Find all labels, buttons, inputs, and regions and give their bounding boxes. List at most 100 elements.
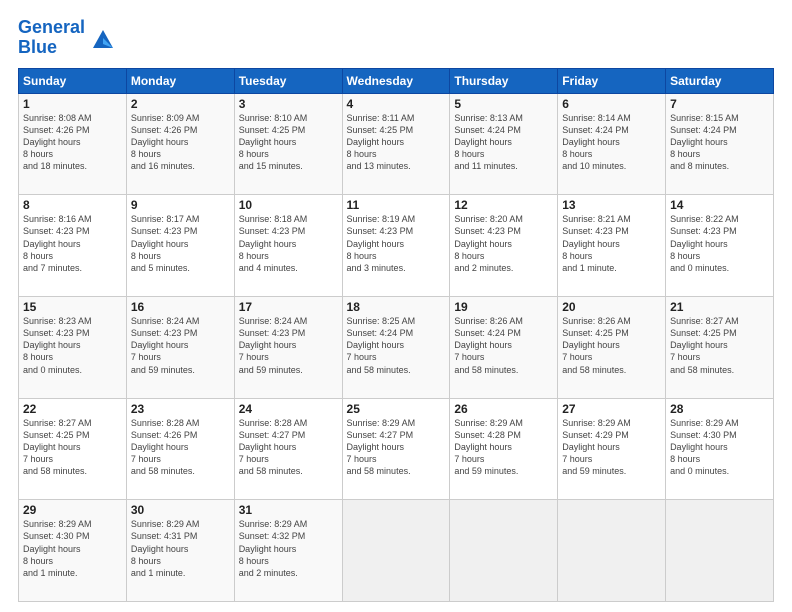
day-info: Sunrise: 8:25 AMSunset: 4:24 PMDaylight … <box>347 315 446 376</box>
day-number: 14 <box>670 198 769 212</box>
calendar-page: General Blue SundayMondayTuesdayWednesda… <box>0 0 792 612</box>
day-info: Sunrise: 8:21 AMSunset: 4:23 PMDaylight … <box>562 213 661 274</box>
day-number: 26 <box>454 402 553 416</box>
day-cell: 28 Sunrise: 8:29 AMSunset: 4:30 PMDaylig… <box>666 398 774 500</box>
day-info: Sunrise: 8:08 AMSunset: 4:26 PMDaylight … <box>23 112 122 173</box>
day-info: Sunrise: 8:27 AMSunset: 4:25 PMDaylight … <box>670 315 769 376</box>
day-cell: 10 Sunrise: 8:18 AMSunset: 4:23 PMDaylig… <box>234 195 342 297</box>
dow-header-monday: Monday <box>126 68 234 93</box>
day-cell: 30 Sunrise: 8:29 AMSunset: 4:31 PMDaylig… <box>126 500 234 602</box>
week-row-4: 22 Sunrise: 8:27 AMSunset: 4:25 PMDaylig… <box>19 398 774 500</box>
day-cell <box>558 500 666 602</box>
day-cell: 2 Sunrise: 8:09 AMSunset: 4:26 PMDayligh… <box>126 93 234 195</box>
week-row-2: 8 Sunrise: 8:16 AMSunset: 4:23 PMDayligh… <box>19 195 774 297</box>
day-number: 27 <box>562 402 661 416</box>
day-cell: 6 Sunrise: 8:14 AMSunset: 4:24 PMDayligh… <box>558 93 666 195</box>
day-number: 8 <box>23 198 122 212</box>
day-cell: 1 Sunrise: 8:08 AMSunset: 4:26 PMDayligh… <box>19 93 127 195</box>
day-number: 29 <box>23 503 122 517</box>
day-number: 9 <box>131 198 230 212</box>
day-number: 4 <box>347 97 446 111</box>
day-cell: 14 Sunrise: 8:22 AMSunset: 4:23 PMDaylig… <box>666 195 774 297</box>
day-number: 6 <box>562 97 661 111</box>
dow-header-tuesday: Tuesday <box>234 68 342 93</box>
day-number: 22 <box>23 402 122 416</box>
day-info: Sunrise: 8:14 AMSunset: 4:24 PMDaylight … <box>562 112 661 173</box>
day-cell: 26 Sunrise: 8:29 AMSunset: 4:28 PMDaylig… <box>450 398 558 500</box>
day-cell: 21 Sunrise: 8:27 AMSunset: 4:25 PMDaylig… <box>666 296 774 398</box>
day-number: 23 <box>131 402 230 416</box>
day-number: 20 <box>562 300 661 314</box>
calendar-table: SundayMondayTuesdayWednesdayThursdayFrid… <box>18 68 774 602</box>
day-cell: 3 Sunrise: 8:10 AMSunset: 4:25 PMDayligh… <box>234 93 342 195</box>
day-cell: 15 Sunrise: 8:23 AMSunset: 4:23 PMDaylig… <box>19 296 127 398</box>
logo: General Blue <box>18 18 117 58</box>
dow-header-wednesday: Wednesday <box>342 68 450 93</box>
day-cell: 27 Sunrise: 8:29 AMSunset: 4:29 PMDaylig… <box>558 398 666 500</box>
header-row: SundayMondayTuesdayWednesdayThursdayFrid… <box>19 68 774 93</box>
day-info: Sunrise: 8:16 AMSunset: 4:23 PMDaylight … <box>23 213 122 274</box>
day-number: 7 <box>670 97 769 111</box>
dow-header-thursday: Thursday <box>450 68 558 93</box>
header: General Blue <box>18 18 774 58</box>
logo-icon <box>89 24 117 52</box>
day-number: 5 <box>454 97 553 111</box>
day-info: Sunrise: 8:18 AMSunset: 4:23 PMDaylight … <box>239 213 338 274</box>
day-number: 31 <box>239 503 338 517</box>
day-info: Sunrise: 8:23 AMSunset: 4:23 PMDaylight … <box>23 315 122 376</box>
day-cell <box>342 500 450 602</box>
day-info: Sunrise: 8:17 AMSunset: 4:23 PMDaylight … <box>131 213 230 274</box>
day-info: Sunrise: 8:13 AMSunset: 4:24 PMDaylight … <box>454 112 553 173</box>
day-number: 16 <box>131 300 230 314</box>
day-number: 24 <box>239 402 338 416</box>
day-info: Sunrise: 8:29 AMSunset: 4:30 PMDaylight … <box>670 417 769 478</box>
day-info: Sunrise: 8:28 AMSunset: 4:26 PMDaylight … <box>131 417 230 478</box>
day-info: Sunrise: 8:29 AMSunset: 4:31 PMDaylight … <box>131 518 230 579</box>
day-number: 17 <box>239 300 338 314</box>
logo-blue-text: Blue <box>18 37 57 57</box>
week-row-5: 29 Sunrise: 8:29 AMSunset: 4:30 PMDaylig… <box>19 500 774 602</box>
day-cell: 16 Sunrise: 8:24 AMSunset: 4:23 PMDaylig… <box>126 296 234 398</box>
day-cell: 8 Sunrise: 8:16 AMSunset: 4:23 PMDayligh… <box>19 195 127 297</box>
logo-blue: Blue <box>18 38 85 58</box>
day-number: 25 <box>347 402 446 416</box>
day-number: 10 <box>239 198 338 212</box>
day-cell: 29 Sunrise: 8:29 AMSunset: 4:30 PMDaylig… <box>19 500 127 602</box>
day-number: 3 <box>239 97 338 111</box>
day-cell: 13 Sunrise: 8:21 AMSunset: 4:23 PMDaylig… <box>558 195 666 297</box>
day-info: Sunrise: 8:11 AMSunset: 4:25 PMDaylight … <box>347 112 446 173</box>
logo-general: General <box>18 17 85 37</box>
day-info: Sunrise: 8:28 AMSunset: 4:27 PMDaylight … <box>239 417 338 478</box>
dow-header-friday: Friday <box>558 68 666 93</box>
day-cell: 18 Sunrise: 8:25 AMSunset: 4:24 PMDaylig… <box>342 296 450 398</box>
day-cell <box>666 500 774 602</box>
day-cell: 9 Sunrise: 8:17 AMSunset: 4:23 PMDayligh… <box>126 195 234 297</box>
day-number: 13 <box>562 198 661 212</box>
day-cell: 31 Sunrise: 8:29 AMSunset: 4:32 PMDaylig… <box>234 500 342 602</box>
day-cell: 24 Sunrise: 8:28 AMSunset: 4:27 PMDaylig… <box>234 398 342 500</box>
day-info: Sunrise: 8:29 AMSunset: 4:29 PMDaylight … <box>562 417 661 478</box>
day-info: Sunrise: 8:24 AMSunset: 4:23 PMDaylight … <box>239 315 338 376</box>
day-number: 15 <box>23 300 122 314</box>
day-cell <box>450 500 558 602</box>
day-number: 1 <box>23 97 122 111</box>
day-info: Sunrise: 8:24 AMSunset: 4:23 PMDaylight … <box>131 315 230 376</box>
day-number: 30 <box>131 503 230 517</box>
day-info: Sunrise: 8:26 AMSunset: 4:24 PMDaylight … <box>454 315 553 376</box>
logo-text: General <box>18 18 85 38</box>
day-cell: 22 Sunrise: 8:27 AMSunset: 4:25 PMDaylig… <box>19 398 127 500</box>
day-info: Sunrise: 8:29 AMSunset: 4:32 PMDaylight … <box>239 518 338 579</box>
dow-header-saturday: Saturday <box>666 68 774 93</box>
day-number: 19 <box>454 300 553 314</box>
day-info: Sunrise: 8:20 AMSunset: 4:23 PMDaylight … <box>454 213 553 274</box>
day-info: Sunrise: 8:27 AMSunset: 4:25 PMDaylight … <box>23 417 122 478</box>
day-number: 12 <box>454 198 553 212</box>
day-info: Sunrise: 8:09 AMSunset: 4:26 PMDaylight … <box>131 112 230 173</box>
day-info: Sunrise: 8:19 AMSunset: 4:23 PMDaylight … <box>347 213 446 274</box>
day-cell: 25 Sunrise: 8:29 AMSunset: 4:27 PMDaylig… <box>342 398 450 500</box>
day-info: Sunrise: 8:29 AMSunset: 4:30 PMDaylight … <box>23 518 122 579</box>
week-row-1: 1 Sunrise: 8:08 AMSunset: 4:26 PMDayligh… <box>19 93 774 195</box>
day-cell: 5 Sunrise: 8:13 AMSunset: 4:24 PMDayligh… <box>450 93 558 195</box>
day-info: Sunrise: 8:29 AMSunset: 4:27 PMDaylight … <box>347 417 446 478</box>
day-cell: 4 Sunrise: 8:11 AMSunset: 4:25 PMDayligh… <box>342 93 450 195</box>
